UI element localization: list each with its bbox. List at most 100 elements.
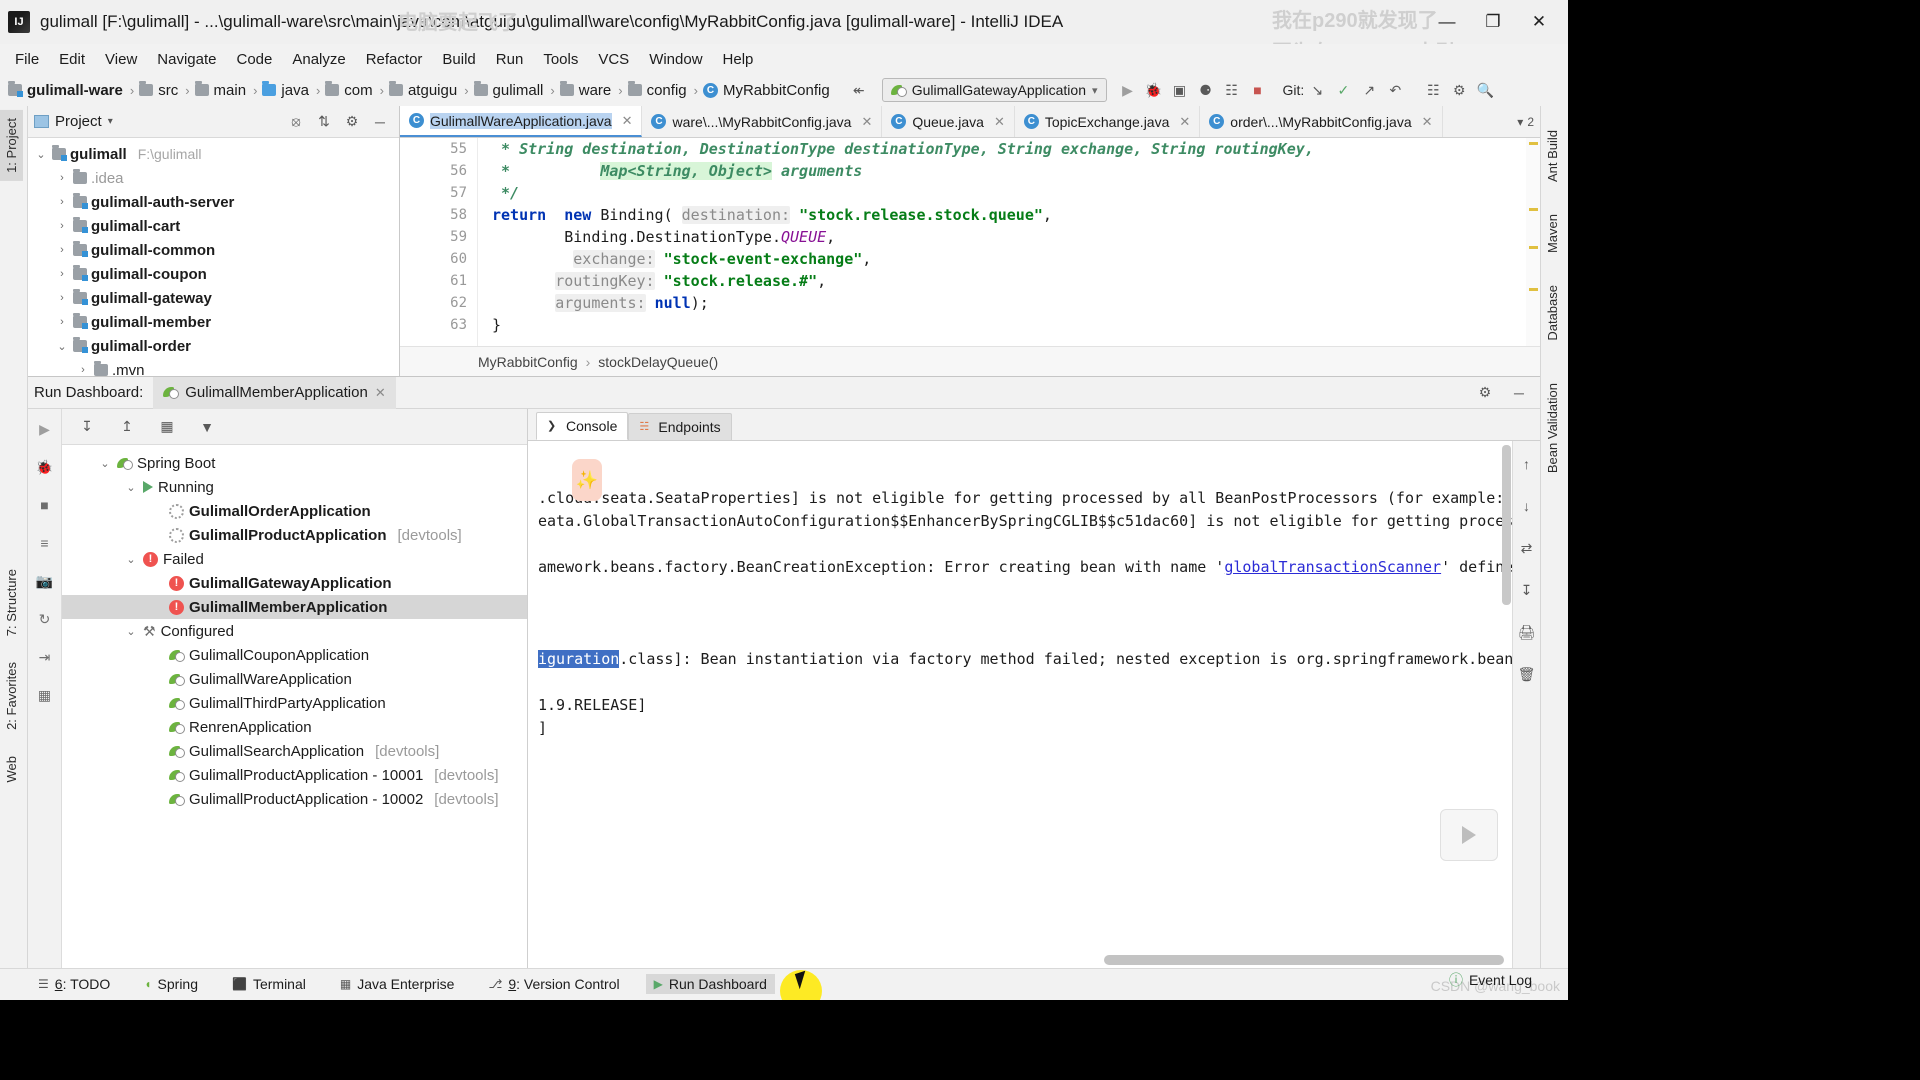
chevron-right-icon[interactable]: › [55,220,69,232]
menu-tools[interactable]: Tools [534,48,587,71]
floating-run-button[interactable] [1440,809,1498,861]
project-tree-item[interactable]: ⌄ gulimall-order [28,334,399,358]
console-horizontal-scrollbar[interactable] [1104,955,1504,965]
stop-icon[interactable]: ■ [33,493,57,517]
tool-window-6-todo[interactable]: ☰ 6: TODO [30,974,118,994]
chevron-right-icon[interactable]: › [55,244,69,256]
expand-all-icon[interactable]: ↧ [74,414,100,440]
console-tab[interactable]: ❯ Console [536,412,629,440]
event-log-button[interactable]: ⓘ Event Log [1449,970,1532,990]
menu-run[interactable]: Run [487,48,533,71]
menu-window[interactable]: Window [640,48,711,71]
breadcrumb-item-gulimall[interactable]: gulimall [470,81,550,100]
stop-icon[interactable]: ■ [1245,77,1271,103]
run-tree-item[interactable]: GulimallThirdPartyApplication [62,691,527,715]
collapse-all-icon[interactable]: ⇅ [311,109,337,135]
chevron-down-icon[interactable]: ▾ [108,116,113,127]
layout-icon[interactable]: ☷ [1420,77,1446,103]
chevron-right-icon[interactable]: › [55,268,69,280]
close-icon[interactable]: ✕ [861,114,872,130]
breadcrumb-item-src[interactable]: src [135,81,184,100]
tool-window-terminal[interactable]: ⬛ Terminal [224,974,314,994]
project-tree-item[interactable]: › .idea [28,166,399,190]
screenshot-icon[interactable]: 📷 [33,569,57,593]
chevron-down-icon[interactable]: ⌄ [34,148,48,161]
gear-icon[interactable]: ⚙ [1472,380,1498,406]
menu-refactor[interactable]: Refactor [357,48,432,71]
close-icon[interactable]: ✕ [375,385,386,401]
search-icon[interactable]: 🔍 [1472,77,1498,103]
print-icon[interactable]: 🖨 [1514,619,1540,645]
run-icon[interactable]: ▶ [1115,77,1141,103]
run-configurations-tree[interactable]: ⌄ Spring Boot ⌄ Running GulimallOrderApplica… [62,445,527,811]
restart-icon[interactable]: ↻ [33,607,57,631]
menu-help[interactable]: Help [714,48,763,71]
editor-tab[interactable]: Cware\...\MyRabbitConfig.java ✕ [642,106,883,137]
chevron-down-icon[interactable]: ▾ [1517,115,1523,129]
menu-analyze[interactable]: Analyze [283,48,354,71]
back-arrow-icon[interactable]: ↞ [846,77,872,103]
chevron-right-icon[interactable]: › [55,292,69,304]
update-project-icon[interactable]: ↘ [1304,77,1330,103]
project-tree-item[interactable]: › .mvn [28,358,399,376]
sidebar-item-favorites[interactable]: 2: Favorites [0,654,23,738]
menu-code[interactable]: Code [227,48,281,71]
run-tree-item[interactable]: ⌄ Running [62,475,527,499]
console-output[interactable]: ✨ .cloud.seata.SeataProperties] is not e… [528,441,1512,969]
run-configuration-selector[interactable]: GulimallGatewayApplication ▾ [881,78,1107,102]
project-tree-item[interactable]: › gulimall-member [28,310,399,334]
chevron-down-icon[interactable]: ⌄ [124,481,138,494]
run-tree-item[interactable]: GulimallProductApplication [devtools] [62,523,527,547]
menu-build[interactable]: Build [433,48,484,71]
breadcrumb-item-config[interactable]: config [624,81,693,100]
locate-icon[interactable]: ⦻ [283,109,309,135]
collapse-all-icon[interactable]: ↥ [114,414,140,440]
run-with-coverage-icon[interactable]: ▣ [1167,77,1193,103]
scroll-down-icon[interactable]: ↓ [1514,493,1540,519]
attach-icon[interactable]: ☷ [1219,77,1245,103]
undo-icon[interactable]: ↶ [1382,77,1408,103]
run-tree-item[interactable]: GulimallWareApplication [62,667,527,691]
commit-icon[interactable]: ✓ [1330,77,1356,103]
run-tree-item[interactable]: GulimallProductApplication - 10002 [devto… [62,787,527,811]
breadcrumb-item-myrabbitconfig[interactable]: C MyRabbitConfig [699,81,836,100]
project-tree-item[interactable]: › gulimall-coupon [28,262,399,286]
run-tree-item[interactable]: ⌄! Failed [62,547,527,571]
menu-navigate[interactable]: Navigate [148,48,225,71]
tool-window-9-version-control[interactable]: ⎇ 9: Version Control [480,974,627,994]
breadcrumb-item-main[interactable]: main [191,81,253,100]
push-icon[interactable]: ↗ [1356,77,1382,103]
maximize-button[interactable]: ❐ [1470,0,1516,44]
sidebar-item-bean-validation[interactable]: Bean Validation [1541,375,1564,481]
console-link[interactable]: globalTransactionScanner [1224,558,1441,576]
editor-tab[interactable]: C GulimallWareApplication.java ✕ [400,106,643,137]
chevron-right-icon[interactable]: › [55,196,69,208]
chevron-right-icon[interactable]: › [55,316,69,328]
sidebar-item-structure[interactable]: 7: Structure [0,561,23,644]
close-icon[interactable]: ✕ [994,114,1005,130]
chevron-down-icon[interactable]: ⌄ [98,457,112,470]
debug-icon[interactable]: 🐞 [33,455,57,479]
project-tree-item[interactable]: › gulimall-common [28,238,399,262]
menu-file[interactable]: File [6,48,48,71]
show-in-tree-icon[interactable]: ≡ [33,531,57,555]
scroll-to-end-icon[interactable]: ↧ [1514,577,1540,603]
breadcrumb-item-gulimall-ware[interactable]: gulimall-ware [4,81,129,100]
tool-window-spring[interactable]: ◖ Spring [136,974,206,994]
run-tree-item[interactable]: GulimallSearchApplication [devtools] [62,739,527,763]
chevron-down-icon[interactable]: ⌄ [124,553,138,566]
code-editor[interactable]: 55 56 57 58 59 60 61 62 63 * String destination,… [400,138,1540,350]
close-icon[interactable]: ✕ [622,113,633,129]
breadcrumb-item-ware[interactable]: ware [556,81,618,100]
export-icon[interactable]: ⇥ [33,645,57,669]
menu-edit[interactable]: Edit [50,48,94,71]
profile-icon[interactable]: ⚈ [1193,77,1219,103]
tool-window-java-enterprise[interactable]: ▦ Java Enterprise [332,974,463,994]
breadcrumb-item-com[interactable]: com [321,81,378,100]
soft-wrap-icon[interactable]: ⇄ [1514,535,1540,561]
hide-icon[interactable]: ─ [1506,380,1532,406]
run-tree-item[interactable]: GulimallCouponApplication [62,643,527,667]
run-tree-item[interactable]: ! GulimallGatewayApplication [62,571,527,595]
code-content[interactable]: * String destination, DestinationType de… [492,138,1540,336]
scroll-up-icon[interactable]: ↑ [1514,451,1540,477]
